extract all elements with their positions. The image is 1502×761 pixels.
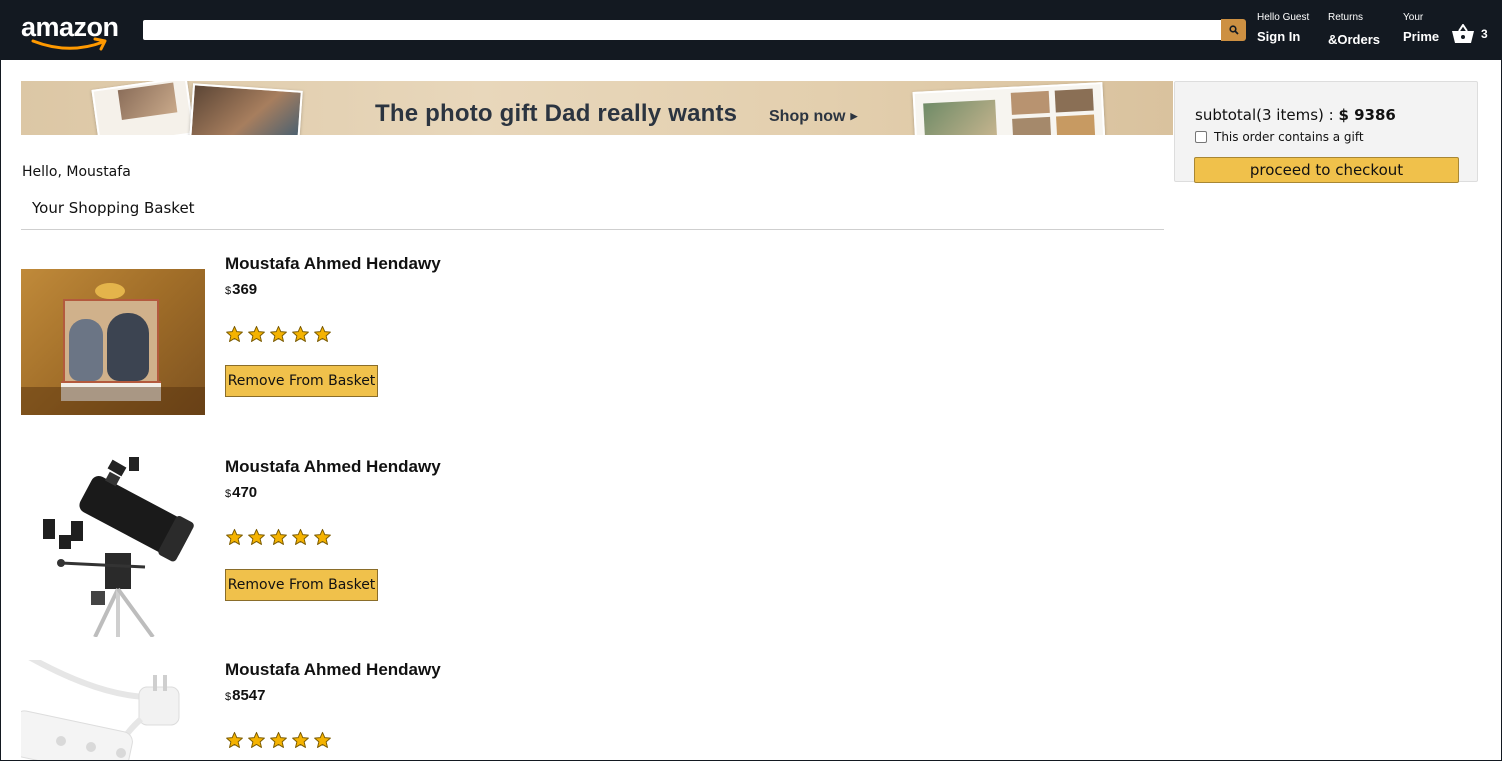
- prime-your-label: Your: [1403, 12, 1424, 23]
- subtotal-amount: $ 9386: [1338, 106, 1396, 124]
- prime-label: Prime: [1403, 29, 1440, 44]
- star-icon: [314, 528, 331, 545]
- nav-prime[interactable]: Your Prime: [1403, 12, 1439, 45]
- proceed-to-checkout-button[interactable]: proceed to checkout: [1194, 157, 1459, 183]
- product-price: $8547: [225, 687, 266, 704]
- product-price-value: 369: [232, 281, 258, 298]
- product-currency: $: [225, 488, 232, 500]
- power-strip-drawing: [21, 660, 180, 761]
- banner-title: The photo gift Dad really wants: [375, 100, 738, 127]
- product-rating: [225, 325, 332, 344]
- banner-family-photo: [189, 83, 303, 135]
- signin-label: Sign In: [1257, 29, 1301, 44]
- logo-smile-icon: [31, 37, 107, 51]
- search-input[interactable]: [143, 20, 1221, 40]
- remove-from-basket-button[interactable]: Remove From Basket: [225, 569, 378, 601]
- basket-link[interactable]: 3: [1451, 24, 1488, 44]
- star-icon: [248, 325, 265, 342]
- product-image-plush-bears[interactable]: [21, 269, 205, 415]
- divider: [21, 229, 1164, 230]
- subtotal-panel: subtotal(3 items) : $ 9386 This order co…: [1174, 81, 1478, 183]
- product-rating: [225, 528, 332, 547]
- banner-shop-now-link[interactable]: Shop now ▶: [769, 108, 857, 126]
- subtotal-label: subtotal(3 items) :: [1195, 106, 1339, 124]
- gift-label: This order contains a gift: [1214, 130, 1364, 144]
- product-currency: $: [225, 691, 232, 703]
- basket-product: Moustafa Ahmed Hendawy $8547: [21, 660, 721, 761]
- banner-photobook-image: [912, 82, 1106, 135]
- gift-option[interactable]: This order contains a gift: [1195, 130, 1364, 144]
- user-greeting: Hello, Moustafa: [22, 164, 131, 180]
- telescope-drawing: [43, 457, 194, 637]
- shopping-basket-icon: [1452, 24, 1474, 43]
- product-title: Moustafa Ahmed Hendawy: [225, 660, 441, 679]
- search-button[interactable]: [1221, 19, 1246, 41]
- gift-checkbox[interactable]: [1195, 131, 1207, 143]
- star-icon: [226, 528, 243, 545]
- product-price: $470: [225, 484, 257, 501]
- star-icon: [270, 325, 287, 342]
- basket-product: Moustafa Ahmed Hendawy $470 Remove From …: [21, 457, 721, 647]
- amazon-logo[interactable]: amazon: [21, 13, 125, 55]
- star-icon: [292, 528, 309, 545]
- star-icon: [248, 528, 265, 545]
- product-title: Moustafa Ahmed Hendawy: [225, 457, 441, 476]
- signin-greeting: Hello Guest: [1257, 12, 1310, 23]
- product-price: $369: [225, 281, 257, 298]
- star-icon: [270, 731, 287, 748]
- chevron-right-icon: ▶: [850, 111, 858, 121]
- returns-label: Returns: [1328, 12, 1364, 23]
- product-price-value: 470: [232, 484, 258, 501]
- star-icon: [270, 528, 287, 545]
- banner-shop-now-label: Shop now: [769, 108, 846, 125]
- search-icon: [1228, 25, 1239, 35]
- nav-returns-orders[interactable]: Returns &Orders: [1328, 12, 1380, 48]
- product-image-telescope[interactable]: [21, 457, 205, 637]
- basket-count: 3: [1481, 27, 1488, 41]
- star-icon: [314, 731, 331, 748]
- star-icon: [292, 731, 309, 748]
- remove-from-basket-button[interactable]: Remove From Basket: [225, 365, 378, 397]
- orders-label: &Orders: [1328, 32, 1381, 47]
- star-icon: [292, 325, 309, 342]
- promo-banner[interactable]: The photo gift Dad really wants Shop now…: [21, 81, 1173, 135]
- banner-calendar-image: [91, 81, 195, 135]
- top-nav-bar: amazon Hello Guest Sign In Returns &Orde…: [0, 0, 1502, 60]
- star-icon: [248, 731, 265, 748]
- basket-product: Moustafa Ahmed Hendawy $369 Remove From …: [21, 254, 721, 444]
- subtotal-line: subtotal(3 items) : $ 9386: [1195, 106, 1396, 124]
- product-rating: [225, 731, 332, 750]
- product-image-power-strip[interactable]: [21, 660, 205, 761]
- product-currency: $: [225, 285, 232, 297]
- basket-title: Your Shopping Basket: [32, 199, 195, 217]
- star-icon: [226, 325, 243, 342]
- star-icon: [314, 325, 331, 342]
- product-title: Moustafa Ahmed Hendawy: [225, 254, 441, 273]
- nav-signin[interactable]: Hello Guest Sign In: [1257, 12, 1309, 45]
- star-icon: [226, 731, 243, 748]
- product-price-value: 8547: [232, 687, 266, 704]
